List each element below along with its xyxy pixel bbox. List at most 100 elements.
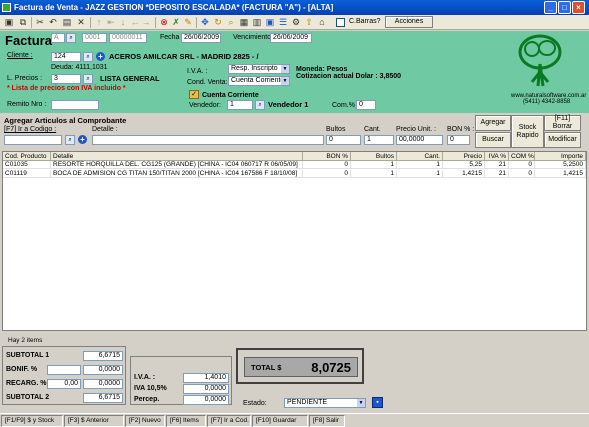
cancel-icon[interactable]: ⊗ — [159, 17, 169, 27]
move-icon[interactable]: ✥ — [200, 17, 210, 27]
cbarras-checkbox[interactable] — [336, 18, 345, 27]
table-cell[interactable]: 21 — [485, 170, 509, 178]
copy-icon[interactable]: ⧉ — [18, 17, 28, 27]
table-cell[interactable]: 1 — [351, 170, 397, 178]
table-cell[interactable]: 1,4215 — [535, 170, 586, 178]
table-cell[interactable]: 1 — [397, 161, 443, 169]
remito-field[interactable] — [51, 100, 99, 110]
table-cell[interactable]: 0 — [509, 170, 535, 178]
table-cell[interactable]: 1 — [397, 170, 443, 178]
search-icon[interactable]: ⌕ — [226, 17, 236, 27]
close-button[interactable]: × — [572, 1, 585, 14]
export-icon[interactable]: ⇧ — [304, 17, 314, 27]
column-header[interactable]: COM % — [509, 152, 535, 161]
column-header[interactable]: BON % — [303, 152, 351, 161]
delete-icon[interactable]: ✕ — [76, 17, 86, 27]
estado-value: PENDIENTE — [287, 399, 328, 406]
cant-field[interactable]: 1 — [364, 135, 394, 145]
cliente-codigo-field[interactable]: 124 — [51, 52, 81, 62]
borrar-button[interactable]: [F11] Borrar — [544, 115, 581, 131]
column-header[interactable]: Detalle — [51, 152, 303, 161]
column-header[interactable]: Bultos — [351, 152, 397, 161]
brush-icon[interactable]: ✎ — [183, 17, 193, 27]
agregar-button[interactable]: Agregar — [475, 115, 511, 131]
undo-icon[interactable]: ↶ — [48, 17, 58, 27]
iva-select-value: Resp. Inscripto — [231, 65, 278, 72]
first-icon[interactable]: ⇤ — [106, 17, 116, 27]
bonif-pct-field[interactable] — [47, 365, 81, 375]
cond-venta-select[interactable]: Cuenta Corriente ▼ — [228, 76, 290, 86]
subtotal2-label: SUBTOTAL 2 — [6, 394, 50, 401]
save-estado-icon[interactable]: ▪ — [372, 397, 383, 408]
calculator-icon[interactable]: ▥ — [252, 17, 262, 27]
window-icon[interactable]: ▣ — [265, 17, 275, 27]
prev-icon[interactable]: ← — [130, 17, 140, 27]
column-header[interactable]: Cant. — [397, 152, 443, 161]
reload-icon[interactable]: ↻ — [213, 17, 223, 27]
table-cell[interactable]: 0 — [509, 161, 535, 169]
detalle-field[interactable] — [92, 135, 324, 145]
table-cell[interactable]: 0 — [303, 170, 351, 178]
maximize-button[interactable]: □ — [558, 1, 571, 14]
lprecios-search-icon[interactable]: ⌕ — [83, 74, 93, 84]
column-header[interactable]: Cod. Producto — [3, 152, 51, 161]
table-cell[interactable]: 1,4215 — [443, 170, 485, 178]
add-articulo-icon[interactable]: + — [78, 135, 87, 144]
table-cell[interactable]: C01119 — [3, 170, 51, 178]
recarg-pct-field[interactable]: 0,00 — [47, 379, 81, 389]
save-icon[interactable]: ▣ — [4, 17, 14, 27]
precio-field[interactable]: 00,0000 — [396, 135, 443, 145]
toolbar-separator — [90, 17, 91, 28]
cuenta-corriente-checkbox[interactable]: ✓ — [189, 90, 199, 99]
next-icon[interactable]: → — [141, 17, 151, 27]
bultos-field[interactable]: 0 — [326, 135, 361, 145]
com-field[interactable]: 0 — [356, 100, 376, 110]
calendar-icon[interactable]: ▦ — [239, 17, 249, 27]
estado-select[interactable]: PENDIENTE ▼ — [284, 398, 366, 408]
table-cell[interactable]: 0 — [303, 161, 351, 169]
list-icon[interactable]: ☰ — [278, 17, 288, 27]
codigo-search-icon[interactable]: ⌕ — [65, 135, 75, 145]
paste-icon[interactable]: ▤ — [62, 17, 72, 27]
codigo-field[interactable] — [4, 135, 62, 145]
tools-icon[interactable]: ✗ — [171, 17, 181, 27]
agregar-title: Agregar Articulos al Comprobante — [4, 116, 127, 125]
table-cell[interactable]: 5,25 — [443, 161, 485, 169]
cut-icon[interactable]: ✂ — [35, 17, 45, 27]
table-cell[interactable]: RESORTE HORQUILLA DEL. CG125 (GRANDE) [C… — [51, 161, 303, 169]
modificar-button[interactable]: Modificar — [544, 132, 581, 148]
buscar-button[interactable]: Buscar — [475, 132, 511, 148]
table-cell[interactable]: C01035 — [3, 161, 51, 169]
column-header[interactable]: Precio — [443, 152, 485, 161]
vendedor-label: Vendedor: — [189, 102, 221, 109]
percep-value: 0,0000 — [183, 395, 229, 405]
settings-icon[interactable]: ⚙ — [291, 17, 301, 27]
lprecios-field[interactable]: 3 — [51, 74, 81, 84]
table-cell[interactable]: BOCA DE ADMISION CG TITAN 150/TITAN 2000… — [51, 170, 303, 178]
tipo-search-icon[interactable]: ⌕ — [66, 33, 76, 43]
column-header[interactable]: Importe — [535, 152, 586, 161]
vencimiento-field[interactable]: 26/06/2009 — [270, 33, 312, 43]
vendedor-search-icon[interactable]: ⌕ — [255, 100, 265, 110]
acciones-button[interactable]: Acciones — [385, 16, 433, 28]
punto-venta-field[interactable]: 0001 — [82, 33, 107, 43]
bon-field[interactable]: 0 — [447, 135, 470, 145]
add-cliente-icon[interactable]: + — [96, 52, 105, 61]
stock-rapido-button[interactable]: Stock Rapido — [511, 115, 544, 148]
table-cell[interactable]: 5,2500 — [535, 161, 586, 169]
lista-nombre: LISTA GENERAL — [100, 74, 160, 83]
numero-field[interactable]: 00000011 — [109, 33, 147, 43]
tipo-field[interactable]: A — [51, 33, 65, 43]
pin-icon[interactable]: ⌂ — [317, 17, 327, 27]
table-cell[interactable]: 21 — [485, 161, 509, 169]
cliente-search-icon[interactable]: ⌕ — [83, 52, 93, 62]
iva-select[interactable]: Resp. Inscripto ▼ — [228, 64, 290, 74]
column-header[interactable]: IVA % — [485, 152, 509, 161]
fecha-field[interactable]: 26/06/2009 — [181, 33, 221, 43]
items-grid[interactable]: Cod. Producto Detalle BON % Bultos Cant.… — [2, 151, 587, 331]
down-arrow-icon[interactable]: ↓ — [118, 17, 128, 27]
up-arrow-icon[interactable]: ↑ — [94, 17, 104, 27]
minimize-button[interactable]: _ — [544, 1, 557, 14]
vendedor-codigo-field[interactable]: 1 — [227, 100, 253, 110]
table-cell[interactable]: 1 — [351, 161, 397, 169]
